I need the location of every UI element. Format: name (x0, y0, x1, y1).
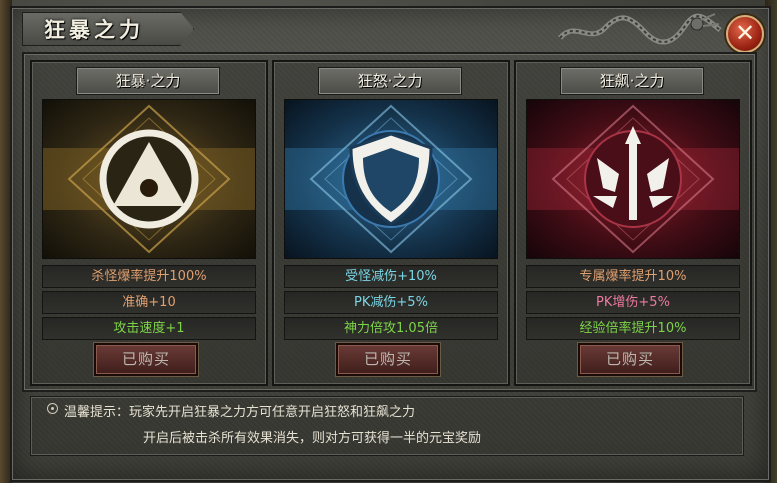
stat-text: 攻击速度+1 (113, 321, 185, 336)
dragon-ornament-icon (558, 13, 722, 45)
purchased-button[interactable]: 已购买 (578, 343, 682, 376)
emblem-frame (284, 99, 498, 259)
stat-row: PK增伤+5% (526, 291, 740, 314)
stat-text: PK增伤+5% (596, 295, 670, 310)
stat-row: 杀怪爆率提升100% (42, 265, 256, 288)
panel-title: 狂暴·之力 (76, 67, 220, 95)
panel-berserk: 狂暴·之力 杀怪爆率提升100% 准确+10 攻击速度+1 已购买 (30, 60, 268, 386)
purchased-button[interactable]: 已购买 (336, 343, 440, 376)
stat-row: 受怪减伤+10% (284, 265, 498, 288)
emblem-frame (42, 99, 256, 259)
tip-line-1: 温馨提示：玩家先开启狂暴之力方可任意开启狂怒和狂飙之力 (64, 405, 416, 420)
purchased-button[interactable]: 已购买 (94, 343, 198, 376)
stat-row: 专属爆率提升10% (526, 265, 740, 288)
shield-icon (285, 100, 497, 258)
stat-text: 准确+10 (122, 295, 176, 310)
close-button[interactable]: ✕ (726, 15, 764, 53)
game-dialog: 狂暴之力 ✕ 狂暴·之力 杀怪爆率提升100% 准确+10 攻击速度+1 已购买… (0, 0, 777, 483)
panel-title: 狂飙·之力 (560, 67, 704, 95)
emblem-frame (526, 99, 740, 259)
triangle-eye-icon (43, 100, 255, 258)
stat-text: PK减伤+5% (354, 295, 428, 310)
trident-icon (527, 100, 739, 258)
dialog-title: 狂暴之力 (44, 18, 144, 42)
stat-text: 受怪减伤+10% (345, 269, 437, 284)
panel-fury: 狂怒·之力 受怪减伤+10% PK减伤+5% 神力倍攻1.05倍 已购买 (272, 60, 510, 386)
panel-gale: 狂飙·之力 专属爆率提升10% PK增伤+5% 经验倍率提升10% 已购买 (514, 60, 752, 386)
stat-text: 专属爆率提升10% (579, 269, 687, 284)
close-icon: ✕ (734, 19, 756, 47)
stat-row: 神力倍攻1.05倍 (284, 317, 498, 340)
stat-text: 经验倍率提升10% (579, 321, 687, 336)
stat-row: PK减伤+5% (284, 291, 498, 314)
tip-bullet-icon (47, 403, 58, 414)
stat-row: 攻击速度+1 (42, 317, 256, 340)
stat-row: 准确+10 (42, 291, 256, 314)
stat-text: 神力倍攻1.05倍 (344, 321, 438, 336)
stat-text: 杀怪爆率提升100% (91, 269, 207, 284)
panel-title: 狂怒·之力 (318, 67, 462, 95)
stat-row: 经验倍率提升10% (526, 317, 740, 340)
tip-line-2: 开启后被击杀所有效果消失，则对方可获得一半的元宝奖励 (143, 431, 482, 446)
